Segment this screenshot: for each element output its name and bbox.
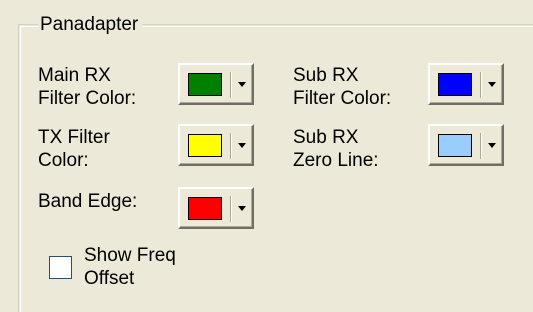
- sub-rx-filter-color-label: Sub RX Filter Color:: [293, 65, 392, 109]
- sub-rx-zero-line-swatch: [438, 134, 472, 157]
- band-edge-color-swatch: [188, 197, 222, 220]
- main-rx-filter-color-label: Main RX Filter Color:: [38, 65, 137, 109]
- show-freq-offset-label[interactable]: Show Freq Offset: [84, 244, 176, 290]
- dropdown-arrow-icon: [488, 143, 496, 148]
- show-freq-offset-checkbox[interactable]: [49, 256, 72, 279]
- picker-separator: [230, 133, 231, 159]
- band-edge-color-picker[interactable]: [178, 187, 254, 229]
- group-title: Panadapter: [38, 14, 143, 36]
- tx-filter-color-label: TX Filter Color:: [38, 127, 110, 171]
- sub-rx-color-swatch: [438, 73, 472, 96]
- picker-separator: [230, 196, 231, 222]
- sub-rx-filter-color-picker[interactable]: [428, 63, 504, 105]
- main-rx-color-swatch: [188, 73, 222, 96]
- picker-separator: [480, 72, 481, 98]
- dropdown-arrow-icon: [238, 206, 246, 211]
- sub-rx-zero-line-label: Sub RX Zero Line:: [293, 127, 379, 171]
- picker-separator: [480, 133, 481, 159]
- band-edge-label: Band Edge:: [38, 191, 138, 212]
- dropdown-arrow-icon: [238, 82, 246, 87]
- tx-color-swatch: [188, 134, 222, 157]
- main-rx-filter-color-picker[interactable]: [178, 63, 254, 105]
- sub-rx-zero-line-picker[interactable]: [428, 124, 504, 166]
- picker-separator: [230, 72, 231, 98]
- dropdown-arrow-icon: [488, 82, 496, 87]
- tx-filter-color-picker[interactable]: [178, 124, 254, 166]
- dropdown-arrow-icon: [238, 143, 246, 148]
